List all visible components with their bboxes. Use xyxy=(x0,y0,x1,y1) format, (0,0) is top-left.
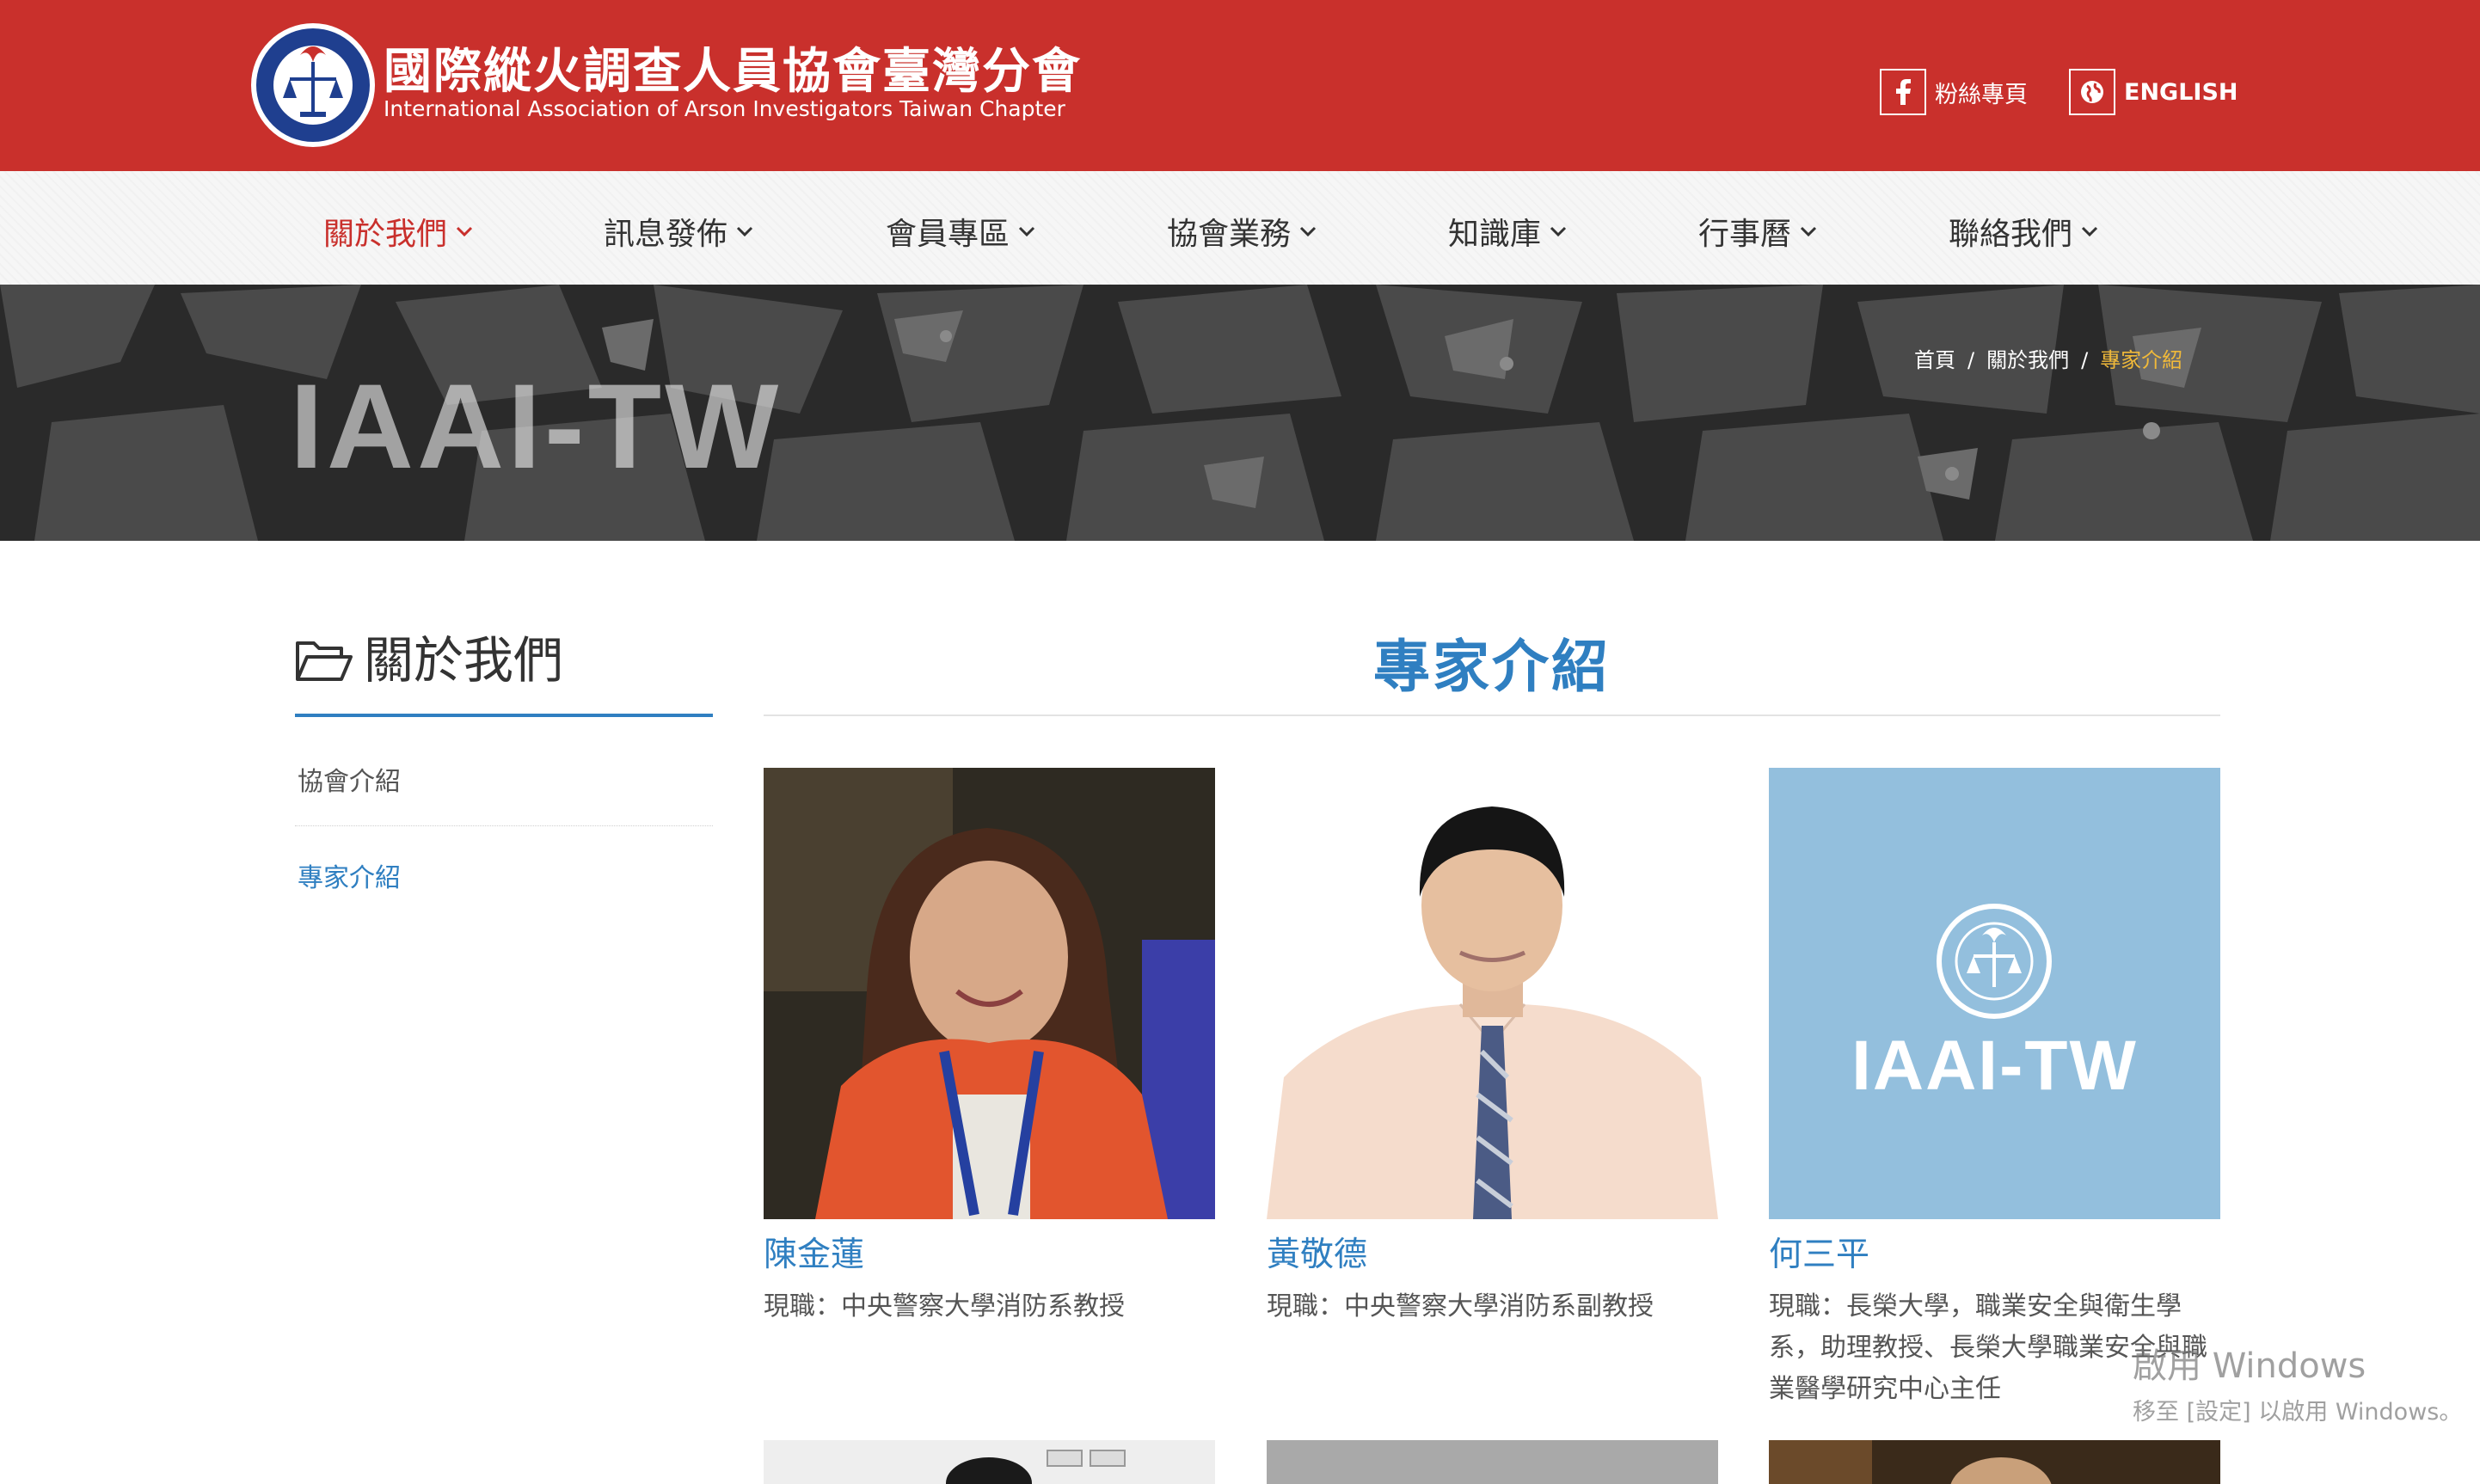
expert-card-partial[interactable] xyxy=(764,1440,1215,1484)
banner-title: IAAI-TW xyxy=(290,359,783,494)
expert-name[interactable]: 黃敬德 xyxy=(1267,1233,1718,1278)
expert-photo-placeholder[interactable]: IAAI-TW xyxy=(1769,768,2220,1219)
chevron-down-icon xyxy=(1018,226,1035,237)
globe-icon xyxy=(2069,69,2115,115)
nav-item-members[interactable]: 會員專區 xyxy=(886,209,1035,254)
sidebar-item-association-intro[interactable]: 協會介紹 xyxy=(298,760,401,798)
page-banner: IAAI-TW 首頁 / 關於我們 / 專家介紹 xyxy=(0,285,2480,541)
nav-item-label: 聯絡我們 xyxy=(1949,217,2073,252)
nav-item-about[interactable]: 關於我們 xyxy=(323,209,473,254)
association-logo-icon[interactable] xyxy=(249,21,378,150)
nav-item-knowledge[interactable]: 知識庫 xyxy=(1448,209,1567,254)
expert-photo[interactable] xyxy=(764,768,1215,1219)
expert-card-partial[interactable] xyxy=(1267,1440,1718,1484)
sidebar-divider xyxy=(295,825,713,826)
nav-item-contact[interactable]: 聯絡我們 xyxy=(1949,209,2098,254)
nav-item-label: 關於我們 xyxy=(323,217,448,252)
sidebar-heading-label: 關於我們 xyxy=(364,631,564,690)
watermark-line-1: 啟用 Windows xyxy=(2133,1346,2366,1386)
page-title: 專家介紹 xyxy=(1373,634,1611,700)
title-divider xyxy=(764,714,2220,716)
portrait-image xyxy=(764,1440,1215,1484)
site-title-en[interactable]: International Association of Arson Inves… xyxy=(384,96,1065,121)
main-nav: 關於我們 訊息發佈 會員專區 協會業務 知識庫 行事曆 聯絡我們 xyxy=(0,171,2480,285)
nav-item-label: 會員專區 xyxy=(886,217,1010,252)
facebook-link[interactable]: 粉絲專頁 xyxy=(1880,69,2028,115)
expert-name[interactable]: 何三平 xyxy=(1769,1233,2220,1278)
association-logo-icon xyxy=(1937,904,2052,1019)
watermark-line-2: 移至 [設定] 以啟用 Windows。 xyxy=(2133,1399,2463,1426)
expert-job: 現職：中央警察大學消防系教授 xyxy=(764,1291,1125,1321)
breadcrumb-home[interactable]: 首頁 xyxy=(1914,348,1955,372)
expert-card[interactable]: IAAI-TW 何三平 現職：長榮大學，職業安全與衛生學系，助理教授、長榮大學職… xyxy=(1769,768,2220,1410)
nav-item-label: 知識庫 xyxy=(1448,217,1542,252)
nav-item-label: 行事曆 xyxy=(1698,217,1792,252)
portrait-image xyxy=(1267,768,1718,1219)
facebook-label: 粉絲專頁 xyxy=(1935,81,2028,108)
chevron-down-icon xyxy=(1299,226,1317,237)
language-switch[interactable]: ENGLISH xyxy=(2069,69,2238,115)
chevron-down-icon xyxy=(456,226,473,237)
sidebar-heading: 關於我們 xyxy=(295,628,713,717)
expert-card[interactable]: 陳金蓮 現職：中央警察大學消防系教授 xyxy=(764,768,1215,1328)
portrait-image xyxy=(764,768,1215,1219)
chevron-down-icon xyxy=(1550,226,1567,237)
chevron-down-icon xyxy=(736,226,753,237)
nav-item-label: 訊息發佈 xyxy=(604,217,728,252)
placeholder-logo-text: IAAI-TW xyxy=(1851,1027,2138,1105)
chevron-down-icon xyxy=(2081,226,2098,237)
expert-name[interactable]: 陳金蓮 xyxy=(764,1233,1215,1278)
windows-activation-watermark: 啟用 Windows 移至 [設定] 以啟用 Windows。 xyxy=(2133,1338,2462,1426)
site-title-zh[interactable]: 國際縱火調查人員協會臺灣分會 xyxy=(384,33,1082,102)
site-header: 國際縱火調查人員協會臺灣分會 International Association… xyxy=(0,0,2480,171)
facebook-icon xyxy=(1880,69,1926,115)
nav-item-news[interactable]: 訊息發佈 xyxy=(604,209,753,254)
breadcrumb-current: 專家介紹 xyxy=(2100,348,2183,372)
nav-item-label: 協會業務 xyxy=(1167,217,1292,252)
nav-item-business[interactable]: 協會業務 xyxy=(1167,209,1317,254)
breadcrumb-section[interactable]: 關於我們 xyxy=(1986,348,2069,372)
chevron-down-icon xyxy=(1800,226,1817,237)
breadcrumb-separator: / xyxy=(1967,348,1975,372)
expert-job: 現職：中央警察大學消防系副教授 xyxy=(1267,1291,1654,1321)
nav-item-calendar[interactable]: 行事曆 xyxy=(1698,209,1817,254)
expert-photo[interactable] xyxy=(1267,768,1718,1219)
breadcrumb-separator: / xyxy=(2081,348,2089,372)
expert-card[interactable]: 黃敬德 現職：中央警察大學消防系副教授 xyxy=(1267,768,1718,1328)
folder-open-icon xyxy=(296,641,353,681)
language-label: ENGLISH xyxy=(2124,78,2238,106)
breadcrumb: 首頁 / 關於我們 / 專家介紹 xyxy=(1914,343,2182,373)
expert-card-partial[interactable] xyxy=(1769,1440,2220,1484)
portrait-image xyxy=(1769,1440,2220,1484)
sidebar-item-experts[interactable]: 專家介紹 xyxy=(298,856,401,894)
